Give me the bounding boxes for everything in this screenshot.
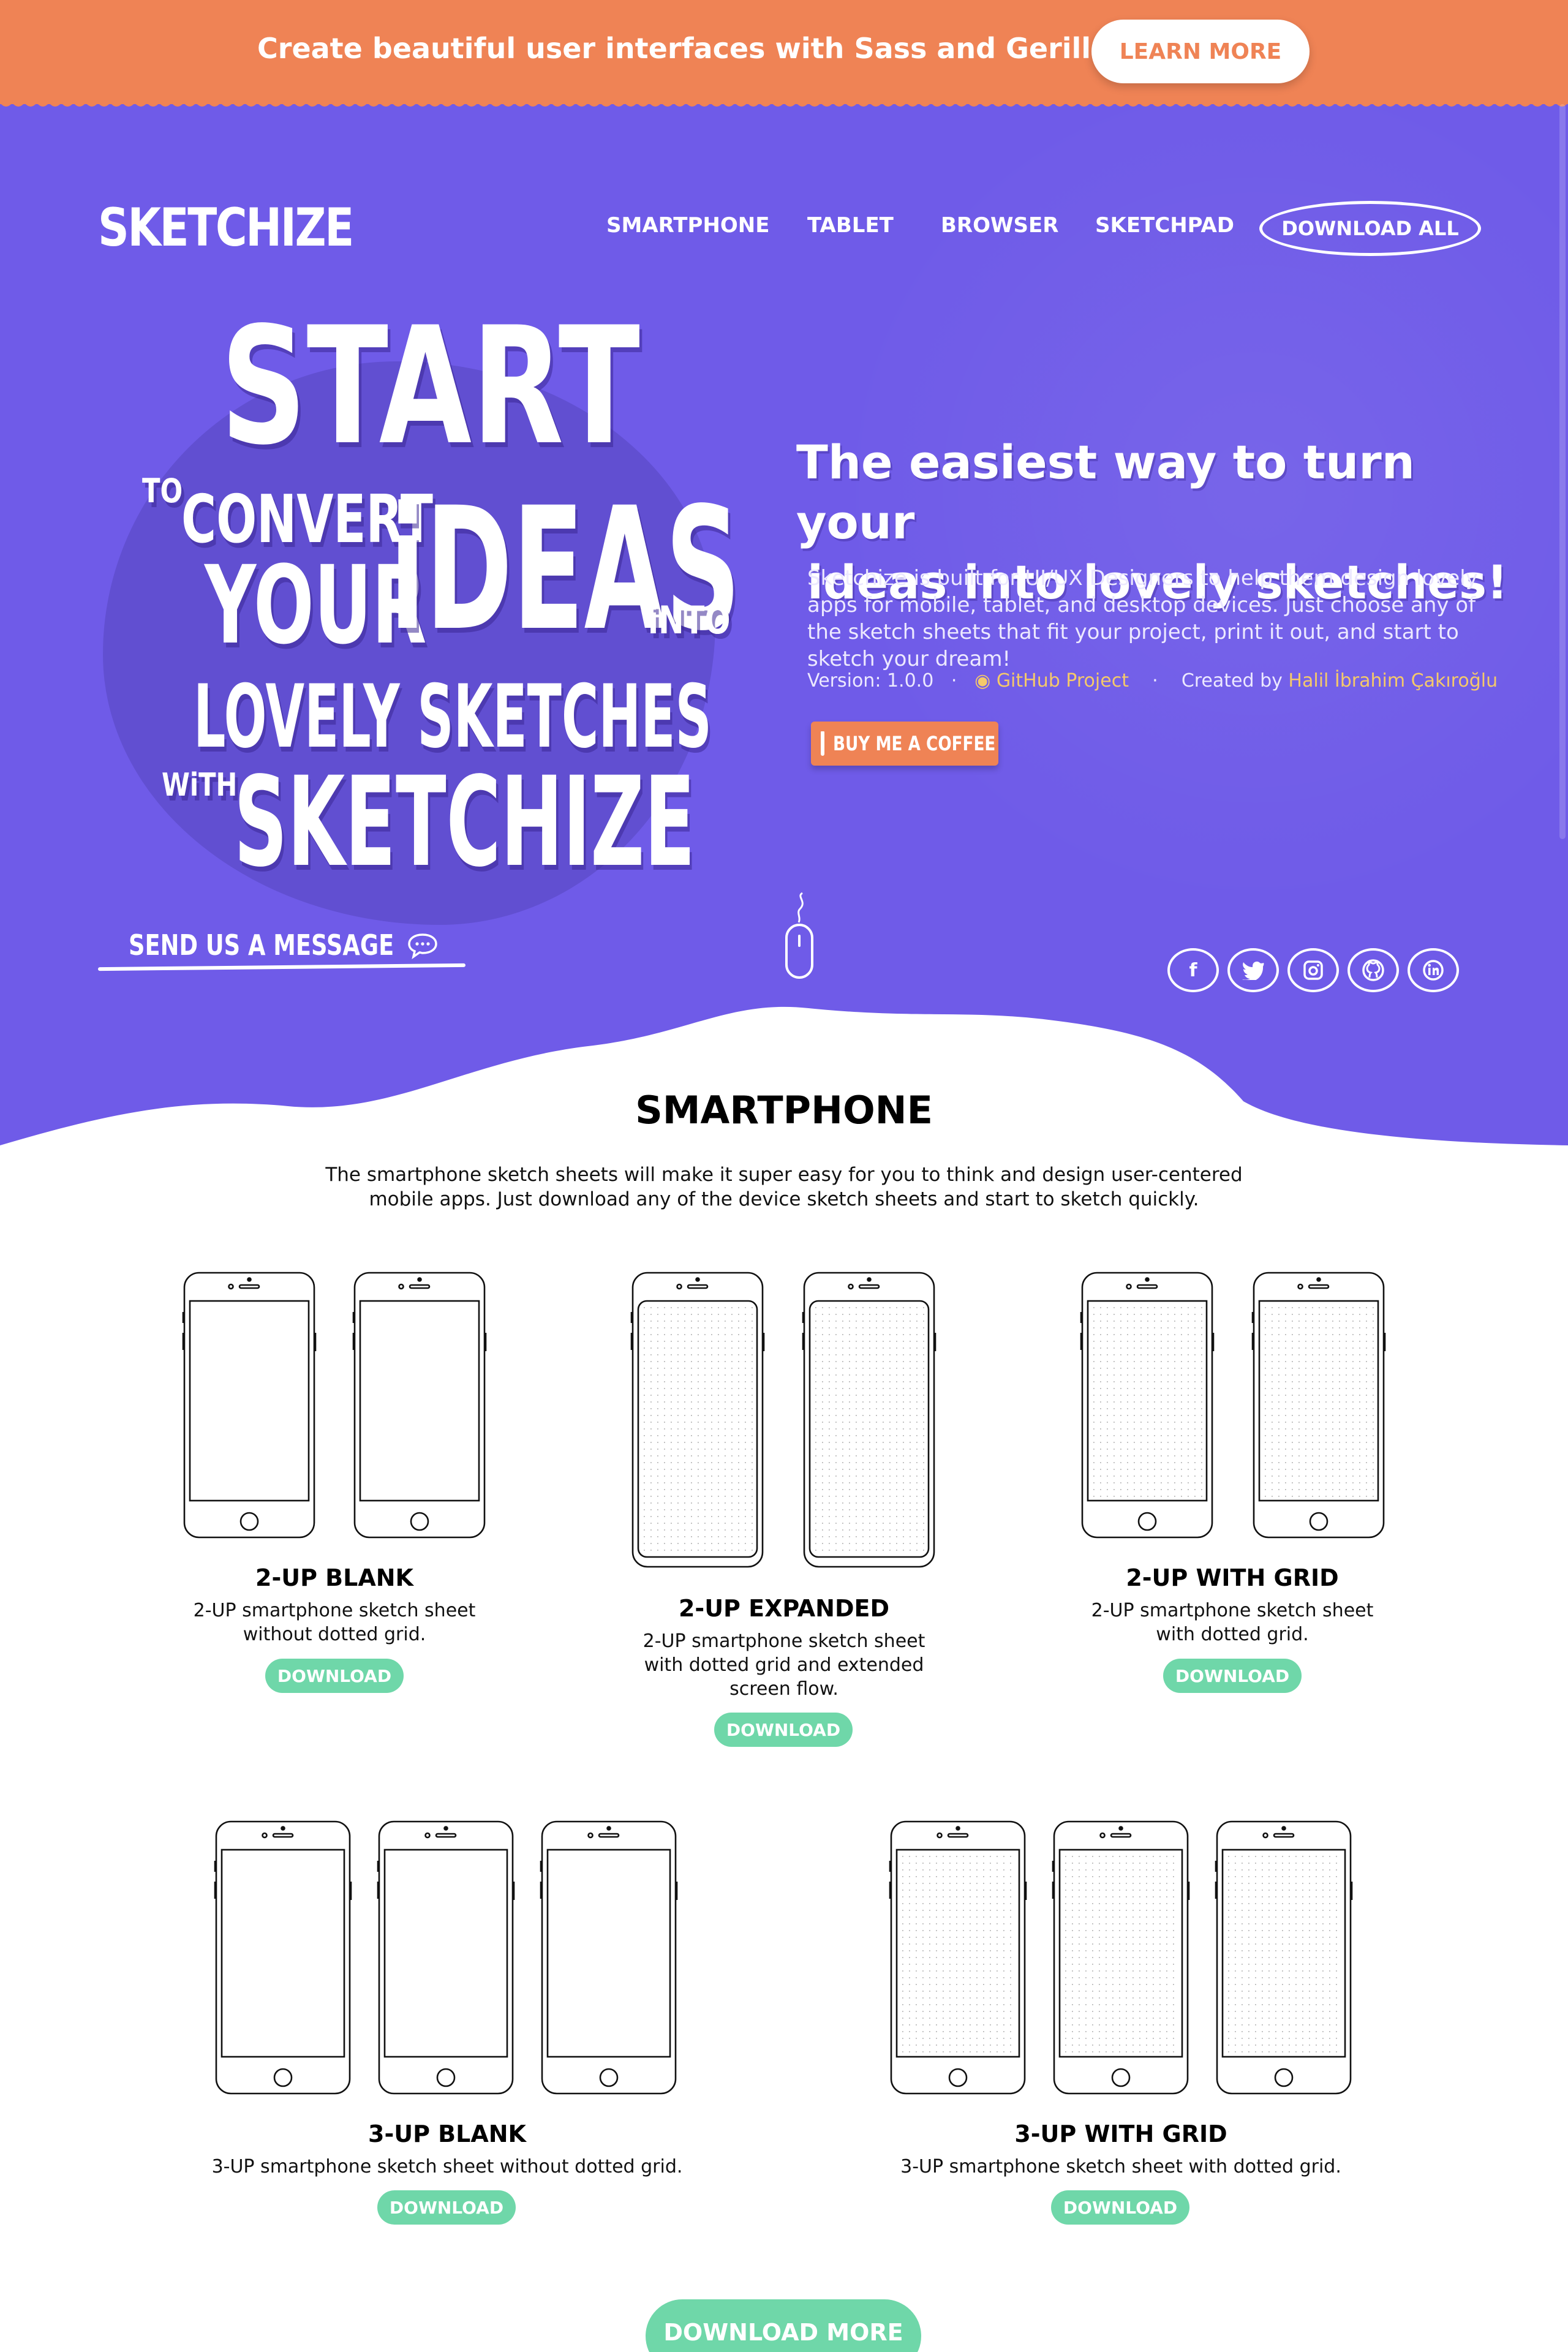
coffee-label: BUY ME A COFFEE xyxy=(833,732,996,755)
download-button[interactable]: DOWNLOAD xyxy=(377,2190,516,2225)
card-description: 2-UP smartphone sketch sheet with dotted… xyxy=(1049,1599,1416,1646)
download-button[interactable]: DOWNLOAD xyxy=(1051,2190,1189,2225)
download-button[interactable]: DOWNLOAD xyxy=(714,1713,853,1747)
promo-bar: Create beautiful user interfaces with Sa… xyxy=(0,0,1568,104)
author-link[interactable]: Halil İbrahim Çakıroğlu xyxy=(1288,670,1498,692)
nav-tablet[interactable]: TABLET xyxy=(807,213,894,238)
sketch-preview-2up-blank[interactable] xyxy=(182,1272,317,1539)
buy-me-a-coffee-button[interactable]: BUY ME A COFFEE xyxy=(811,722,998,766)
card-title: 2-UP BLANK xyxy=(255,1564,413,1591)
card-description-line: with dotted grid. xyxy=(1156,1624,1309,1645)
sketch-preview-3up-grid[interactable] xyxy=(889,1820,1027,2095)
scroll-mouse-icon[interactable] xyxy=(778,888,821,986)
sketch-preview-2up-grid[interactable] xyxy=(1251,1272,1386,1539)
instagram-icon[interactable] xyxy=(1287,948,1339,992)
section-title: SMARTPHONE xyxy=(635,1088,933,1133)
nav-sketchpad[interactable]: SKETCHPAD xyxy=(1095,213,1234,238)
sketch-preview-3up-blank[interactable] xyxy=(214,1820,352,2095)
card-description: 2-UP smartphone sketch sheet without dot… xyxy=(151,1599,518,1646)
site-logo[interactable]: SKETCHIZE xyxy=(98,197,354,258)
card-description-line: with dotted grid and extended xyxy=(644,1654,924,1676)
chat-bubble-icon[interactable] xyxy=(407,932,439,959)
send-message-link[interactable]: SEND US A MESSAGE xyxy=(129,929,394,962)
card-description-line: 3-UP smartphone sketch sheet without dot… xyxy=(211,2156,683,2177)
download-all-button[interactable]: DOWNLOAD ALL xyxy=(1259,201,1481,256)
facebook-icon[interactable]: f xyxy=(1167,948,1219,992)
card-title: 2-UP WITH GRID xyxy=(1126,1564,1339,1591)
linkedin-icon[interactable] xyxy=(1408,948,1459,992)
download-button[interactable]: DOWNLOAD xyxy=(1163,1659,1302,1693)
hero-word-start: START xyxy=(221,293,640,481)
section-description: The smartphone sketch sheets will make i… xyxy=(325,1164,1243,1210)
sketch-preview-2up-grid[interactable] xyxy=(1080,1272,1215,1539)
card-description: 3-UP smartphone sketch sheet with dotted… xyxy=(876,2155,1366,2179)
card-description: 2-UP smartphone sketch sheet with dotted… xyxy=(600,1629,968,1701)
hero-word-with: WiTH xyxy=(162,767,238,804)
twitter-icon[interactable] xyxy=(1227,948,1279,992)
card-description-line: without dotted grid. xyxy=(243,1624,426,1645)
section-wave-divider xyxy=(0,1006,1568,1170)
card-description-line: 2-UP smartphone sketch sheet xyxy=(193,1600,476,1621)
hero-word-sketchize: SKETCHIZE xyxy=(234,750,695,894)
sketch-preview-2up-expanded[interactable] xyxy=(802,1272,937,1568)
github-project-link[interactable]: GitHub Project xyxy=(997,670,1129,692)
github-icon[interactable] xyxy=(1348,948,1399,992)
card-description-line: 2-UP smartphone sketch sheet xyxy=(643,1630,925,1652)
hero-headline-line1: The easiest way to turn your xyxy=(796,435,1415,549)
hero-word-to: TO xyxy=(142,472,183,510)
nav-smartphone[interactable]: SMARTPHONE xyxy=(606,213,769,238)
card-description: 3-UP smartphone sketch sheet without dot… xyxy=(202,2155,692,2179)
sketch-preview-3up-grid[interactable] xyxy=(1215,1820,1353,2095)
coffee-cup-icon xyxy=(821,731,824,756)
download-button[interactable]: DOWNLOAD xyxy=(265,1659,404,1693)
sketch-preview-3up-blank[interactable] xyxy=(540,1820,678,2095)
card-title: 3-UP BLANK xyxy=(368,2120,526,2147)
learn-more-button[interactable]: LEARN MORE xyxy=(1091,20,1310,83)
sketch-preview-2up-blank[interactable] xyxy=(352,1272,487,1539)
scrollbar[interactable] xyxy=(1559,104,1566,839)
version-label: Version: 1.0.0 xyxy=(807,670,934,692)
card-description-line: 3-UP smartphone sketch sheet with dotted… xyxy=(900,2156,1341,2177)
card-description-line: screen flow. xyxy=(729,1678,839,1700)
card-description-line: 2-UP smartphone sketch sheet xyxy=(1091,1600,1374,1621)
promo-wave-edge xyxy=(0,98,1568,107)
hero-meta: Version: 1.0.0 · ◉ GitHub Project · Crea… xyxy=(807,670,1498,692)
sketch-preview-3up-blank[interactable] xyxy=(377,1820,515,2095)
nav-browser[interactable]: BROWSER xyxy=(941,213,1058,238)
github-icon: ◉ xyxy=(974,670,991,692)
meta-separator: · xyxy=(1134,670,1176,692)
sketch-preview-3up-grid[interactable] xyxy=(1052,1820,1190,2095)
hero-word-into: iNTO xyxy=(648,598,731,643)
created-by-label: Created by xyxy=(1181,670,1283,692)
sketch-preview-2up-expanded[interactable] xyxy=(630,1272,765,1568)
card-title: 3-UP WITH GRID xyxy=(1014,2120,1227,2147)
promo-text: Create beautiful user interfaces with Sa… xyxy=(257,32,1156,65)
download-more-button[interactable]: DOWNLOAD MORE xyxy=(646,2299,921,2352)
meta-separator: · xyxy=(939,670,969,692)
hero-description: Sketchize is built for UI/UX Designers t… xyxy=(807,566,1478,671)
card-title: 2-UP EXPANDED xyxy=(678,1595,890,1622)
